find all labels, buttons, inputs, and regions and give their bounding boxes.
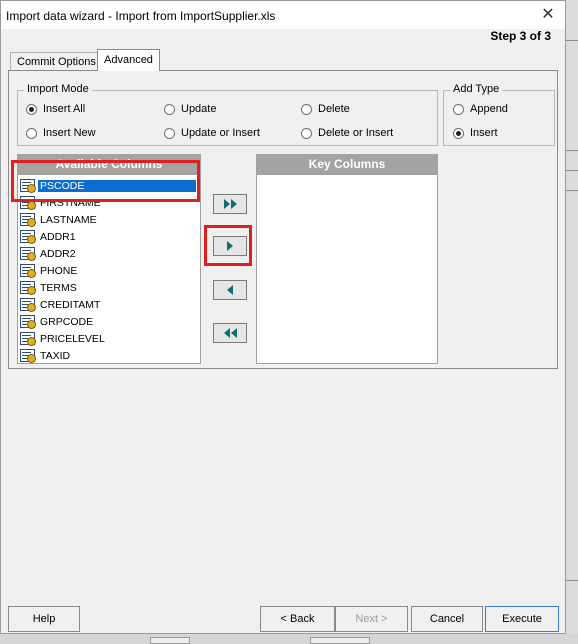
radio-button[interactable] — [453, 127, 464, 139]
available-columns-list[interactable]: PSCODE FIRSTNAME LASTNAME ADDR1 ADDR2 PH… — [17, 174, 201, 364]
title-bar[interactable]: Import data wizard - Import from ImportS… — [1, 1, 565, 29]
close-icon[interactable]: ✕ — [537, 4, 559, 26]
add-type-title: Add Type — [450, 83, 503, 95]
right-arrow-icon — [227, 241, 233, 251]
next-button[interactable]: Next > — [335, 606, 408, 632]
add-type-group: Add Type Append Insert — [443, 83, 555, 146]
window-title: Import data wizard - Import from ImportS… — [6, 9, 276, 23]
column-field-icon — [20, 349, 36, 363]
import-wizard-dialog: Import data wizard - Import from ImportS… — [0, 0, 566, 634]
radio-delete[interactable]: Delete — [301, 103, 350, 115]
list-item[interactable]: ADDR2 — [20, 245, 78, 262]
radio-button[interactable] — [26, 103, 37, 115]
column-field-icon — [20, 281, 36, 295]
radio-insert-new[interactable]: Insert New — [26, 127, 96, 139]
cancel-button[interactable]: Cancel — [411, 606, 483, 632]
radio-label: Insert New — [43, 127, 96, 139]
column-field-icon — [20, 213, 36, 227]
list-item[interactable]: LASTNAME — [20, 211, 99, 228]
double-left-arrow-icon-part — [230, 328, 237, 338]
execute-button[interactable]: Execute — [485, 606, 559, 632]
column-field-icon — [20, 247, 36, 261]
radio-button[interactable] — [164, 127, 175, 139]
radio-insert-all[interactable]: Insert All — [26, 103, 85, 115]
column-field-icon — [20, 179, 36, 193]
list-item[interactable]: TAXID — [20, 347, 72, 363]
back-button[interactable]: < Back — [260, 606, 335, 632]
column-field-icon — [20, 315, 36, 329]
radio-button[interactable] — [453, 103, 464, 115]
step-indicator: Step 3 of 3 — [490, 29, 551, 43]
radio-label: Insert All — [43, 103, 86, 115]
import-mode-group: Import Mode Insert All Update Delete Ins… — [17, 83, 438, 146]
column-field-icon — [20, 230, 36, 244]
list-item[interactable]: TERMS — [20, 279, 79, 296]
advanced-panel: Import Mode Insert All Update Delete Ins… — [8, 70, 558, 369]
list-item[interactable]: ADDR1 — [20, 228, 78, 245]
tab-commit-options[interactable]: Commit Options — [10, 52, 103, 70]
remove-button[interactable] — [213, 280, 247, 300]
add-button[interactable] — [213, 236, 247, 256]
key-columns-header: Key Columns — [256, 154, 438, 174]
radio-button[interactable] — [164, 103, 175, 115]
radio-label: Delete or Insert — [318, 127, 394, 139]
radio-update-or-insert[interactable]: Update or Insert — [164, 127, 260, 139]
list-item[interactable]: PRICELEVEL — [20, 330, 107, 347]
double-right-arrow-icon — [223, 199, 230, 209]
background-app-right — [566, 0, 578, 644]
radio-update[interactable]: Update — [164, 103, 216, 115]
help-button[interactable]: Help — [8, 606, 80, 632]
radio-label: Update or Insert — [181, 127, 260, 139]
column-field-icon — [20, 196, 36, 210]
remove-all-button[interactable] — [213, 323, 247, 343]
radio-append[interactable]: Append — [453, 103, 508, 115]
list-item[interactable]: CREDITAMT — [20, 296, 102, 313]
radio-button[interactable] — [301, 127, 312, 139]
add-all-button[interactable] — [213, 194, 247, 214]
column-field-icon — [20, 332, 36, 346]
left-arrow-icon — [227, 285, 233, 295]
available-columns-header: Available Columns — [17, 154, 201, 174]
radio-button[interactable] — [301, 103, 312, 115]
radio-delete-or-insert[interactable]: Delete or Insert — [301, 127, 393, 139]
list-item[interactable]: PSCODE — [20, 177, 196, 194]
list-item[interactable]: PHONE — [20, 262, 79, 279]
import-mode-title: Import Mode — [24, 83, 92, 95]
radio-label: Insert — [470, 127, 498, 139]
column-field-icon — [20, 298, 36, 312]
radio-button[interactable] — [26, 127, 37, 139]
list-item[interactable]: FIRSTNAME — [20, 194, 103, 211]
double-left-arrow-icon — [223, 328, 230, 338]
tab-advanced[interactable]: Advanced — [97, 49, 160, 71]
column-field-icon — [20, 264, 36, 278]
background-app-bottom — [0, 634, 578, 644]
key-columns-list[interactable] — [256, 174, 438, 364]
radio-label: Append — [470, 103, 508, 115]
radio-label: Delete — [318, 103, 350, 115]
radio-insert[interactable]: Insert — [453, 127, 498, 139]
double-right-arrow-icon-part — [230, 199, 237, 209]
list-item[interactable]: GRPCODE — [20, 313, 95, 330]
radio-label: Update — [181, 103, 217, 115]
